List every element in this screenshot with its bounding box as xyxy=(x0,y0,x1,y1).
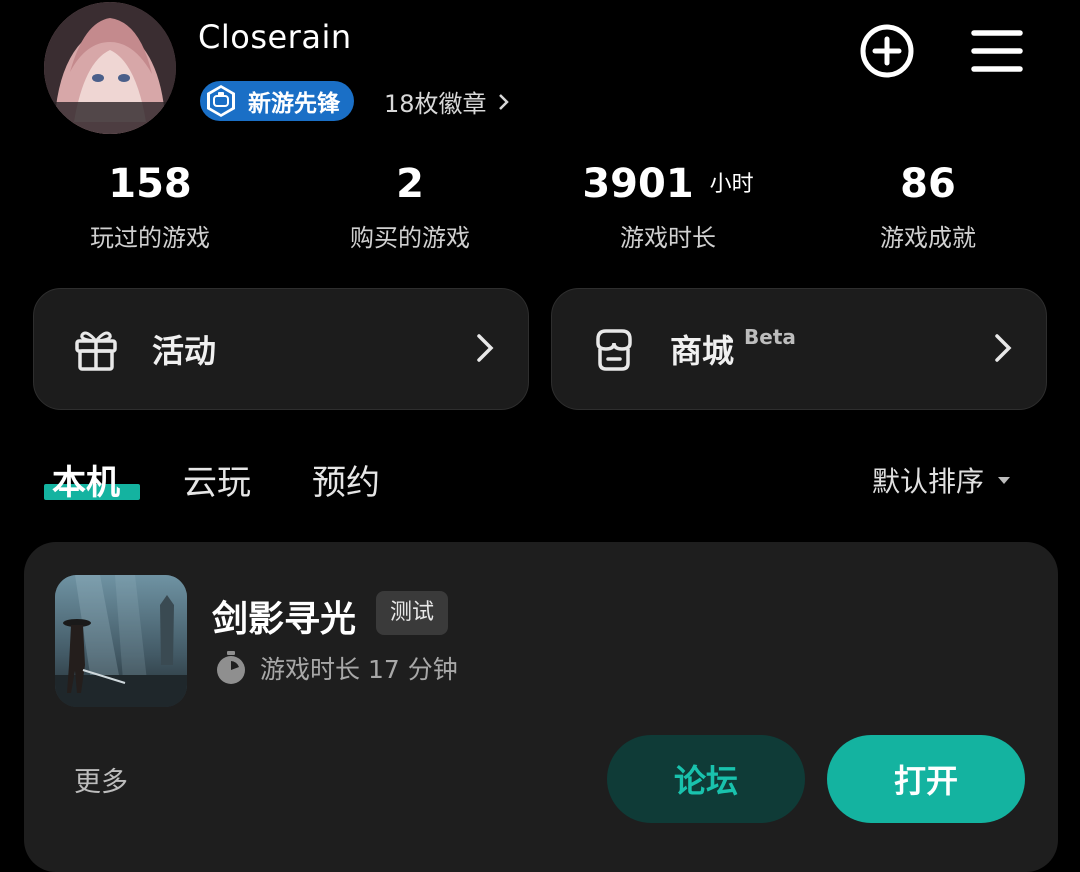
badge-count-label: 18枚徽章 xyxy=(384,90,487,118)
badge-label: 新游先锋 xyxy=(248,91,340,117)
hamburger-menu-icon[interactable] xyxy=(968,22,1026,80)
add-circle-icon[interactable] xyxy=(858,22,916,80)
stat-label: 购买的游戏 xyxy=(350,224,470,252)
badge-pill[interactable]: 新游先锋 xyxy=(200,81,354,121)
game-tag: 测试 xyxy=(376,591,449,635)
open-button[interactable]: 打开 xyxy=(827,735,1025,823)
store-icon xyxy=(596,329,632,371)
game-thumbnail[interactable] xyxy=(55,575,187,707)
activity-label: 活动 xyxy=(152,332,217,370)
stat-label: 玩过的游戏 xyxy=(90,224,210,252)
stat-purchased-games[interactable]: 2 购买的游戏 xyxy=(310,164,510,253)
username: Closerain xyxy=(198,18,352,56)
stopwatch-icon xyxy=(217,651,245,684)
stat-achievements[interactable]: 86 游戏成就 xyxy=(828,164,1028,253)
avatar[interactable] xyxy=(44,2,176,134)
sort-label: 默认排序 xyxy=(872,465,985,498)
tab-local[interactable]: 本机 xyxy=(52,455,120,504)
stat-value: 158 xyxy=(108,161,192,207)
sort-dropdown[interactable]: 默认排序 xyxy=(872,460,1012,500)
stat-label: 游戏时长 xyxy=(620,224,716,252)
store-label: 商城 xyxy=(670,332,735,370)
store-card[interactable]: 商城 Beta xyxy=(551,288,1047,410)
chevron-right-icon xyxy=(477,334,494,362)
chevron-right-icon xyxy=(498,93,509,110)
stat-unit: 小时 xyxy=(709,172,754,197)
stat-value: 3901 xyxy=(582,161,694,207)
tab-reserve[interactable]: 预约 xyxy=(312,455,380,504)
controller-badge-icon xyxy=(207,85,235,117)
game-title[interactable]: 剑影寻光 xyxy=(212,590,356,642)
stat-played-games[interactable]: 158 玩过的游戏 xyxy=(50,164,250,253)
badge-count-link[interactable]: 18枚徽章 xyxy=(384,84,511,119)
beta-badge: Beta xyxy=(744,325,796,349)
stat-label: 游戏成就 xyxy=(880,224,976,252)
stat-play-time[interactable]: 3901 小时 游戏时长 xyxy=(568,164,768,253)
stat-value: 2 xyxy=(396,161,424,207)
game-playtime: 游戏时长 17 分钟 xyxy=(214,650,458,686)
game-playtime-label: 游戏时长 17 分钟 xyxy=(260,655,458,684)
gift-icon xyxy=(75,331,117,371)
forum-button[interactable]: 论坛 xyxy=(607,735,805,823)
caret-down-icon xyxy=(998,477,1011,484)
stat-value: 86 xyxy=(900,161,956,207)
activity-card[interactable]: 活动 xyxy=(33,288,529,410)
tab-cloud[interactable]: 云玩 xyxy=(183,455,251,504)
more-button[interactable]: 更多 xyxy=(74,760,128,799)
chevron-right-icon xyxy=(995,334,1012,362)
